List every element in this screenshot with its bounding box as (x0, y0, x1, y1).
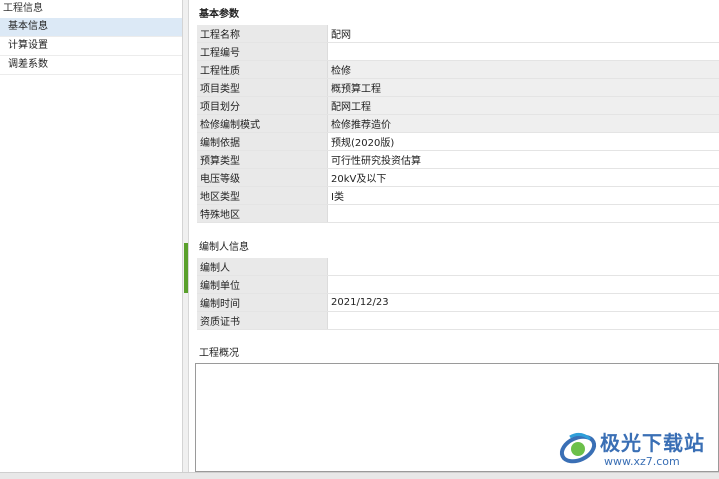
row-project-type: 项目类型概预算工程 (197, 79, 719, 97)
row-value-field[interactable] (328, 43, 719, 61)
row-value-field[interactable]: 配网 (328, 25, 719, 43)
row-budget-type: 预算类型可行性研究投资估算 (197, 151, 719, 169)
row-label: 编制时间 (197, 294, 328, 312)
row-region-type: 地区类型Ⅰ类 (197, 187, 719, 205)
main-content: 基本参数 工程名称配网 工程编号 工程性质检修 项目类型概预算工程 项目划分配网… (189, 0, 719, 472)
basic-section-title: 基本参数 (199, 5, 239, 20)
watermark: 极光下载站 www.xz7.com (558, 425, 718, 473)
nav-item-calc-settings[interactable]: 计算设置 (0, 37, 182, 56)
row-value-field[interactable]: 检修 (328, 61, 719, 79)
row-value-field[interactable]: 可行性研究投资估算 (328, 151, 719, 169)
row-label: 特殊地区 (197, 205, 328, 223)
row-value-field[interactable] (328, 312, 719, 330)
row-certificate: 资质证书 (197, 312, 719, 330)
row-basis: 编制依据预规(2020版) (197, 133, 719, 151)
row-label: 检修编制模式 (197, 115, 328, 133)
row-author: 编制人 (197, 258, 719, 276)
row-author-unit: 编制单位 (197, 276, 719, 294)
row-project-code: 工程编号 (197, 43, 719, 61)
row-maintenance-mode: 检修编制模式检修推荐造价 (197, 115, 719, 133)
row-author-date: 编制时间2021/12/23 (197, 294, 719, 312)
row-value-field[interactable]: 检修推荐造价 (328, 115, 719, 133)
row-label: 地区类型 (197, 187, 328, 205)
row-project-division: 项目划分配网工程 (197, 97, 719, 115)
nav-item-basic-info[interactable]: 基本信息 (0, 18, 182, 37)
nav-header: 工程信息 (0, 0, 182, 18)
row-value-field[interactable]: Ⅰ类 (328, 187, 719, 205)
row-label: 工程编号 (197, 43, 328, 61)
watermark-url: www.xz7.com (604, 455, 680, 468)
nav-item-adjust-coefficient[interactable]: 调差系数 (0, 56, 182, 75)
row-label: 项目划分 (197, 97, 328, 115)
row-value-field[interactable]: 20kV及以下 (328, 169, 719, 187)
row-value-field[interactable]: 配网工程 (328, 97, 719, 115)
row-label: 项目类型 (197, 79, 328, 97)
row-label: 电压等级 (197, 169, 328, 187)
row-value-field[interactable] (328, 205, 719, 223)
row-label: 预算类型 (197, 151, 328, 169)
row-value-field[interactable] (328, 258, 719, 276)
row-value-field[interactable]: 预规(2020版) (328, 133, 719, 151)
splitter-grip[interactable] (184, 243, 188, 293)
nav-panel: 工程信息 基本信息 计算设置 调差系数 (0, 0, 183, 472)
row-voltage-level: 电压等级20kV及以下 (197, 169, 719, 187)
row-label: 资质证书 (197, 312, 328, 330)
row-label: 编制人 (197, 258, 328, 276)
row-project-nature: 工程性质检修 (197, 61, 719, 79)
watermark-text: 极光下载站 (600, 427, 705, 456)
row-label: 编制单位 (197, 276, 328, 294)
overview-section-title: 工程概况 (199, 344, 239, 359)
row-label: 工程性质 (197, 61, 328, 79)
row-value-field[interactable] (328, 276, 719, 294)
row-value-field[interactable]: 2021/12/23 (328, 294, 719, 312)
row-label: 编制依据 (197, 133, 328, 151)
row-project-name: 工程名称配网 (197, 25, 719, 43)
author-section-title: 编制人信息 (199, 238, 249, 253)
row-value-field[interactable]: 概预算工程 (328, 79, 719, 97)
basic-params-table: 工程名称配网 工程编号 工程性质检修 项目类型概预算工程 项目划分配网工程 检修… (197, 25, 719, 223)
row-label: 工程名称 (197, 25, 328, 43)
row-special-region: 特殊地区 (197, 205, 719, 223)
author-info-table: 编制人 编制单位 编制时间2021/12/23 资质证书 (197, 258, 719, 330)
watermark-logo-icon (558, 427, 598, 467)
